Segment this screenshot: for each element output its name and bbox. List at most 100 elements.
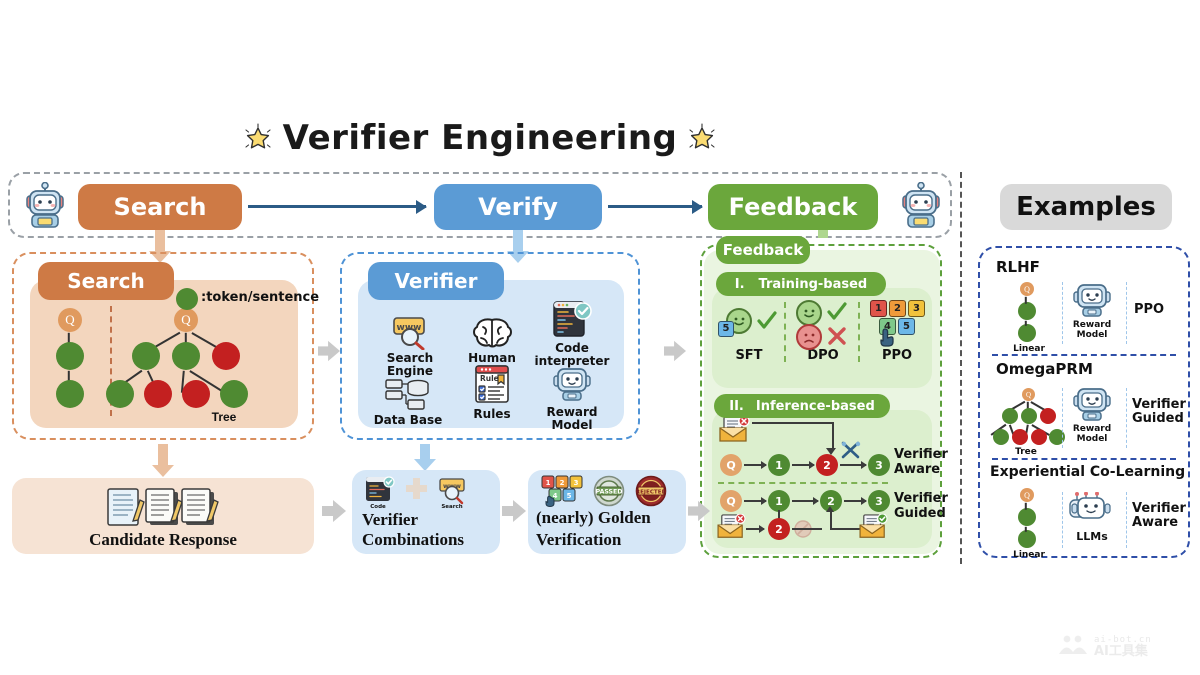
verifier-item-code-interpreter[interactable]: Code interpreter <box>530 296 614 368</box>
node-green <box>993 429 1009 445</box>
reward-model-robot-icon <box>1072 282 1112 325</box>
divider <box>718 482 888 484</box>
inference-node-3: 3 <box>868 454 890 476</box>
verifier-item-human[interactable]: Human <box>450 306 534 365</box>
example-feedback-rlhf: PPO <box>1134 302 1165 317</box>
edge <box>1025 526 1027 532</box>
node-green <box>1021 408 1037 424</box>
training-numeral: I. <box>734 276 745 292</box>
arrow-down-search <box>149 230 171 263</box>
node-q: Q <box>1020 282 1034 296</box>
stage-feedback-button[interactable]: Feedback <box>708 184 878 230</box>
divider <box>992 458 1176 460</box>
candidate-response-panel: Candidate Response <box>12 478 314 554</box>
inference-node-q: Q <box>720 490 742 512</box>
page-title: Verifier Engineering <box>0 118 960 158</box>
golden-verification-label-line1: (nearly) Golden <box>536 508 651 527</box>
verifier-panel: www Search Engine Human Code interpreter… <box>358 280 624 431</box>
search-tree-node <box>182 380 210 408</box>
golden-verification-panel: 1 2 3 4 5 PASSED REJECTED (nearly) Golde… <box>528 470 686 554</box>
stage-search-button[interactable]: Search <box>78 184 242 230</box>
edge <box>1025 502 1027 510</box>
inference-node-3: 3 <box>868 490 890 512</box>
node-red <box>1040 408 1056 424</box>
node-green <box>1018 530 1036 548</box>
arrow-verify-to-feedback <box>608 205 702 208</box>
verifier-panel-heading: Verifier <box>368 262 504 300</box>
inference-node-2: 2 <box>816 454 838 476</box>
example-title-rlhf: RLHF <box>996 258 1040 276</box>
search-linear-node <box>56 380 84 408</box>
svg-text:3: 3 <box>574 479 579 487</box>
block-5-icon: 5 <box>718 318 734 337</box>
edge <box>1025 296 1027 304</box>
node-green <box>1002 408 1018 424</box>
llms-robot-icon <box>1068 491 1116 535</box>
example-search-caption: Linear <box>1013 550 1045 560</box>
watermark-name: AI工具集 <box>1094 644 1148 660</box>
example-feedback-omegaprm: Verifier Guided <box>1132 397 1186 427</box>
verifier-item-rules[interactable]: Rules Rules <box>450 362 534 421</box>
arrow-to-combinations <box>322 500 346 527</box>
training-cell-sft[interactable]: 5 SFT <box>714 304 784 363</box>
legend-dot-icon <box>176 288 198 310</box>
watermark: ai-bot.cn AI工具集 <box>1058 634 1152 661</box>
example-search-caption: Tree <box>1015 447 1037 457</box>
search-panel-heading: Search <box>38 262 174 300</box>
divider <box>1062 388 1063 448</box>
ppo-block: 2 <box>889 300 906 317</box>
inference-node-1: 1 <box>768 490 790 512</box>
inference-title: Inference-based <box>755 398 875 414</box>
arrow-search-to-verify <box>248 205 426 208</box>
search-tree-node <box>106 380 134 408</box>
section-divider <box>960 172 962 564</box>
arrow <box>844 500 866 502</box>
inference-based-panel: Q 1 2 3 Verifier Aware Q 1 2 3 Verifier <box>712 410 948 548</box>
verifier-item-label: Rules <box>473 407 511 421</box>
golden-verification-label-line2: Verification <box>536 530 622 549</box>
inference-based-heading: II. Inference-based <box>714 394 890 418</box>
example-verifier-caption: Reward Model <box>1072 320 1112 340</box>
training-title: Training-based <box>758 276 868 292</box>
training-cell-dpo[interactable]: DPO <box>788 298 858 363</box>
arrow-verifier-to-feedback <box>664 340 686 367</box>
star-icon <box>243 123 273 153</box>
search-tree-node <box>220 380 248 408</box>
verifier-item-database[interactable]: Data Base <box>366 368 450 427</box>
node-red <box>1012 429 1028 445</box>
envelope-reject-icon <box>716 513 748 545</box>
branch-path <box>792 528 822 530</box>
example-verifier-caption: Reward Model <box>1072 424 1112 444</box>
node-q: Q <box>1022 388 1035 401</box>
edge <box>1025 320 1027 326</box>
reward-model-robot-icon <box>1072 386 1112 429</box>
divider <box>1062 492 1063 548</box>
verifier-item-reward-model[interactable]: Reward Model <box>530 360 614 432</box>
search-linear-node <box>56 342 84 370</box>
example-search-linear-rlhf: Q <box>1008 282 1050 344</box>
divider <box>1062 282 1063 344</box>
arrow-to-feedback <box>688 500 710 527</box>
envelope-reject-icon <box>718 415 752 449</box>
feedback-panel-heading: Feedback <box>716 236 810 264</box>
arrow-head <box>826 506 834 512</box>
code-interpreter-icon <box>530 296 614 340</box>
verifier-item-label: Data Base <box>373 413 443 427</box>
verifier-combinations-panel: Code www Search Verifier Combinations <box>352 470 500 554</box>
svg-text:1: 1 <box>546 479 551 487</box>
inference-row-label-aware: Verifier Aware <box>894 447 948 477</box>
stage-verify-button[interactable]: Verify <box>434 184 602 230</box>
svg-text:2: 2 <box>560 479 565 487</box>
example-feedback-experiential: Verifier Aware <box>1132 501 1186 531</box>
feedback-path <box>832 422 834 450</box>
sad-face-icon <box>796 324 822 350</box>
check-icon <box>756 310 778 337</box>
training-cell-label: SFT <box>735 348 763 363</box>
arrow-down-verify <box>507 230 529 263</box>
inference-numeral: II. <box>729 398 744 414</box>
training-cell-ppo[interactable]: 1 2 3 4 5 PPO <box>862 298 932 363</box>
legend-label: :token/sentence <box>201 290 320 305</box>
ppo-block: 3 <box>908 300 925 317</box>
arrow <box>744 464 766 466</box>
ai-bot-logo-icon <box>1058 634 1088 661</box>
